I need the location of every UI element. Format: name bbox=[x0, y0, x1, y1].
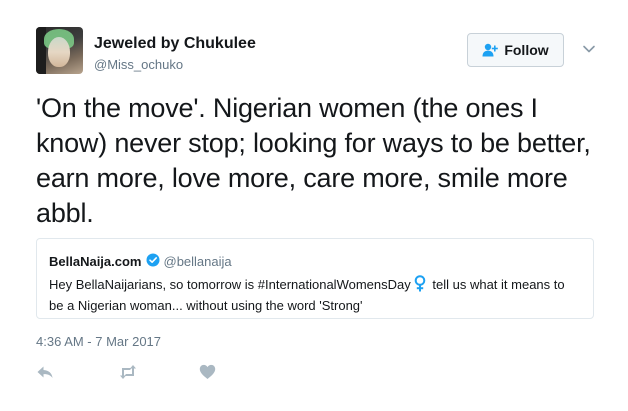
quoted-tweet-header: BellaNaija.com @bellanaija bbox=[49, 253, 581, 270]
chevron-down-icon[interactable] bbox=[582, 42, 596, 56]
tweet-card: Jeweled by Chukulee @Miss_ochuko Follow … bbox=[0, 0, 628, 411]
avatar-face bbox=[48, 37, 70, 67]
quoted-tweet[interactable]: BellaNaija.com @bellanaija Hey BellaNaij… bbox=[36, 238, 594, 319]
quoted-author-handle: @bellanaija bbox=[163, 254, 232, 269]
add-user-icon bbox=[482, 43, 499, 57]
follow-button[interactable]: Follow bbox=[467, 33, 564, 67]
quoted-tweet-text: Hey BellaNaijarians, so tomorrow is #Int… bbox=[49, 275, 581, 315]
female-sign-icon bbox=[413, 275, 427, 297]
tweet-timestamp[interactable]: 4:36 AM - 7 Mar 2017 bbox=[36, 334, 161, 349]
follow-button-label: Follow bbox=[504, 42, 549, 58]
reply-icon[interactable] bbox=[36, 364, 54, 380]
author-handle[interactable]: @Miss_ochuko bbox=[94, 57, 183, 72]
tweet-text: 'On the move'. Nigerian women (the ones … bbox=[36, 93, 591, 228]
retweet-icon[interactable] bbox=[118, 364, 138, 380]
quoted-author-name: BellaNaija.com bbox=[49, 254, 142, 269]
author-display-name[interactable]: Jeweled by Chukulee bbox=[94, 35, 256, 53]
quoted-text-before: Hey BellaNaijarians, so tomorrow is #Int… bbox=[49, 277, 411, 292]
verified-badge-icon bbox=[146, 253, 160, 270]
heart-icon[interactable] bbox=[199, 364, 216, 380]
author-avatar[interactable] bbox=[36, 27, 83, 74]
